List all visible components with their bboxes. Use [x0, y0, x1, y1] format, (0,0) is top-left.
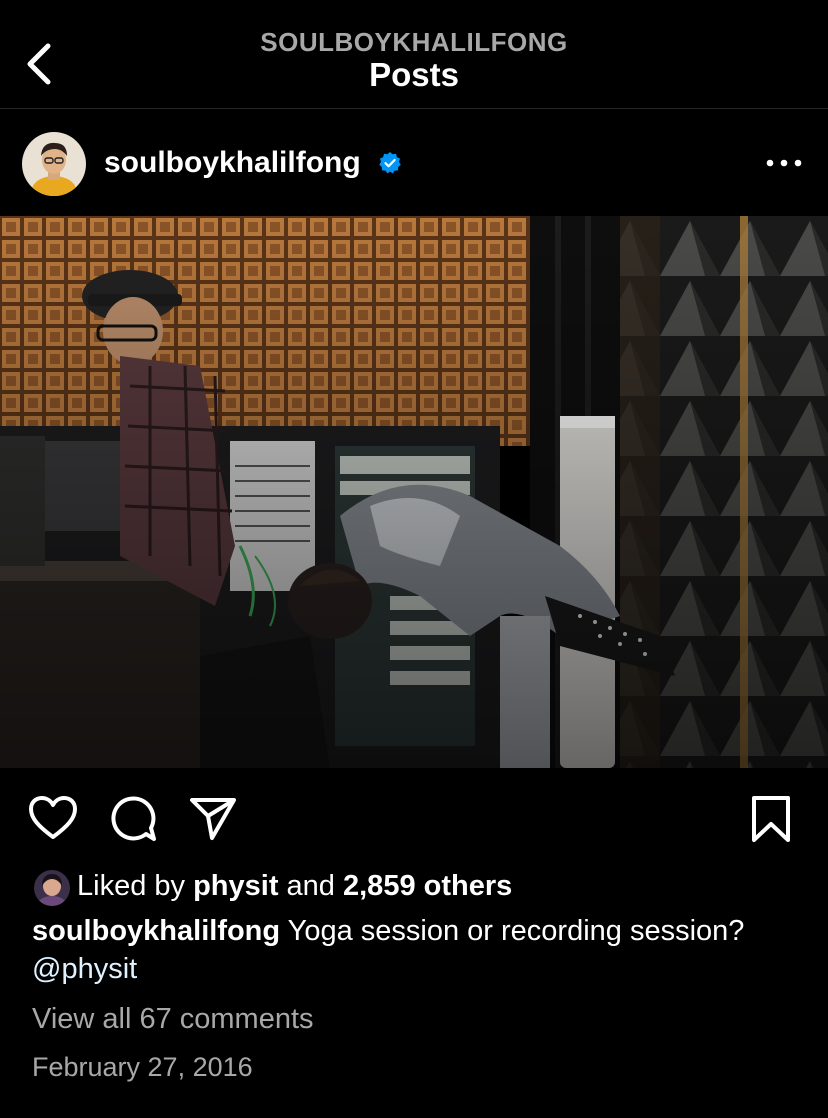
header-account-name: SOULBOYKHALILFONG [260, 27, 568, 57]
likes-prefix: Liked by [77, 870, 186, 902]
more-horizontal-icon[interactable] [762, 148, 806, 178]
post-header: soulboykhalilfong [0, 108, 828, 216]
likes-summary[interactable]: Liked by physit and 2,859 others [32, 866, 812, 910]
caption-mention[interactable]: @physit [32, 953, 137, 985]
caption-text: Yoga session or recording session? [287, 915, 745, 947]
post-caption: soulboykhalilfong Yoga session or record… [32, 912, 792, 988]
caption-username[interactable]: soulboykhalilfong [32, 915, 280, 947]
post-actions [0, 768, 828, 868]
heart-icon[interactable] [28, 794, 78, 844]
bookmark-icon[interactable] [746, 794, 796, 844]
send-icon[interactable] [188, 794, 238, 844]
liker-username[interactable]: physit [193, 870, 278, 902]
view-comments-link[interactable]: View all 67 comments [32, 1003, 314, 1036]
top-bar: SOULBOYKHALILFONG Posts [0, 0, 828, 109]
post-photo[interactable] [0, 216, 828, 768]
post-date: February 27, 2016 [32, 1052, 253, 1082]
post-username[interactable]: soulboykhalilfong [104, 146, 361, 180]
likes-and: and [286, 870, 335, 902]
comment-icon[interactable] [108, 794, 158, 844]
avatar[interactable] [22, 132, 86, 196]
liker-avatar[interactable] [32, 868, 72, 908]
verified-badge-icon [379, 152, 401, 174]
likes-others-count[interactable]: 2,859 others [343, 870, 512, 902]
page-title: Posts [369, 56, 459, 93]
likes-text: Liked by physit and 2,859 others [77, 870, 512, 903]
